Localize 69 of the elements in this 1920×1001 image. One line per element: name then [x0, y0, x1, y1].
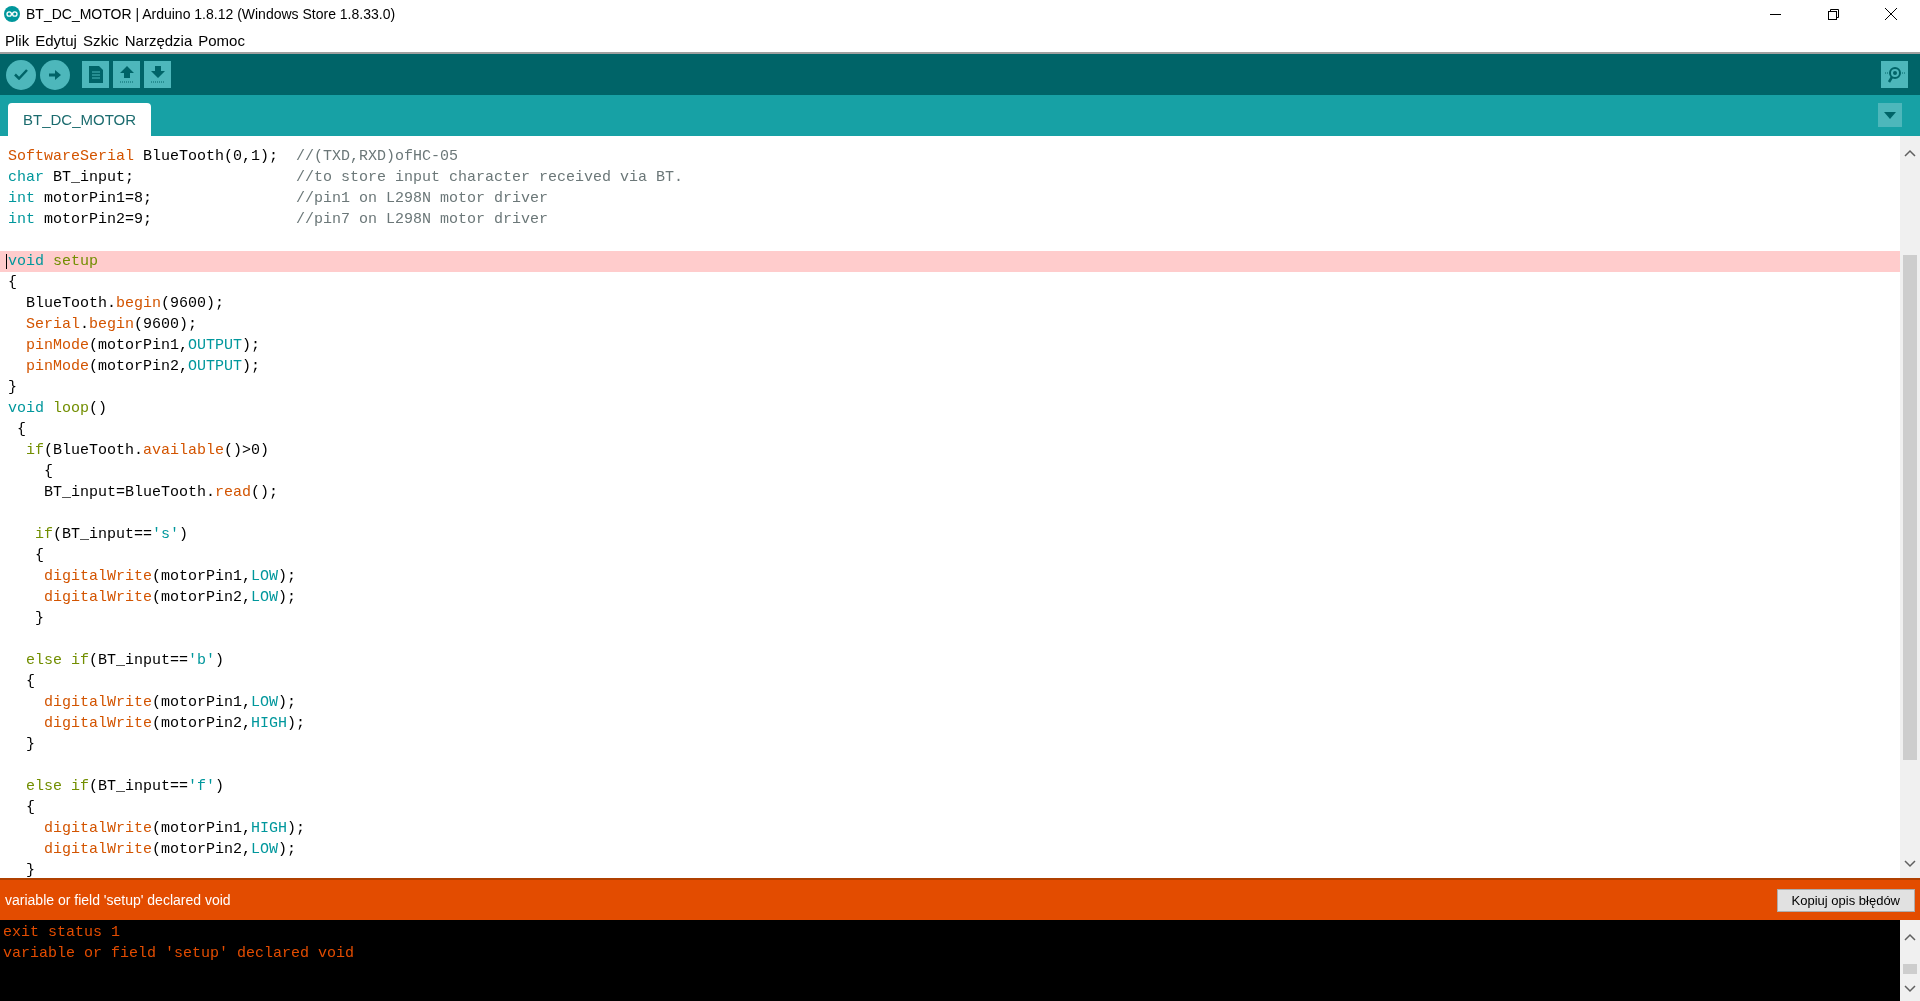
code-line: BlueTooth.begin(9600);	[25, 294, 225, 314]
code-line: {	[25, 672, 35, 692]
caret-icon	[1884, 111, 1896, 119]
code-line: pinMode(motorPin1,OUTPUT);	[25, 336, 261, 356]
close-icon	[1885, 8, 1897, 20]
serial-monitor-button[interactable]	[1881, 61, 1908, 88]
up-arrow-icon	[119, 66, 134, 83]
menu-item[interactable]: Edytuj	[33, 31, 81, 49]
code-line: int motorPin1=8; //pin1 on L298N motor driver	[8, 189, 549, 209]
scroll-thumb[interactable]	[1903, 254, 1917, 760]
copy-errors-button[interactable]: Kopiuj opis błędów	[1776, 888, 1915, 912]
code-line: void loop()	[8, 399, 108, 419]
document-icon	[88, 66, 103, 83]
scroll-down-icon[interactable]	[1904, 860, 1916, 868]
file-tab[interactable]: BT_DC_MOTOR	[8, 103, 152, 136]
code-line: BT_input=BlueTooth.read();	[43, 483, 279, 503]
text-cursor	[6, 254, 7, 269]
restore-icon	[1827, 8, 1839, 20]
console-line: variable or field 'setup' declared void	[3, 944, 356, 964]
check-button[interactable]	[6, 59, 36, 90]
menu-item[interactable]: Plik	[3, 31, 34, 49]
code-line: void setup	[8, 252, 99, 272]
scroll-up-icon[interactable]	[1904, 149, 1916, 157]
code-line: digitalWrite(motorPin1,HIGH);	[43, 819, 306, 839]
code-line: SoftwareSerial BlueTooth(0,1); //(TXD,RXD)ofHC-05	[8, 147, 459, 167]
scroll-thumb[interactable]	[1903, 964, 1917, 974]
code-line: {	[16, 420, 26, 440]
minimize-icon	[1769, 13, 1781, 15]
right-arrow-icon	[49, 68, 61, 81]
code-line: else if(BT_input=='f')	[25, 777, 225, 797]
code-line: pinMode(motorPin2,OUTPUT);	[25, 357, 261, 377]
check-icon	[14, 69, 28, 80]
code-line: digitalWrite(motorPin2,LOW);	[43, 588, 297, 608]
code-line: }	[8, 378, 17, 398]
code-line: digitalWrite(motorPin1,LOW);	[43, 693, 297, 713]
code-line: Serial.begin(9600);	[25, 315, 198, 335]
code-line: {	[8, 273, 17, 293]
code-line: {	[43, 462, 53, 482]
console-scrollbar[interactable]	[1900, 920, 1920, 1001]
console-line: exit status 1	[3, 923, 122, 943]
menu-item[interactable]: Pomoc	[196, 31, 249, 49]
window-title: BT_DC_MOTOR | Arduino 1.8.12 (Windows Store 1.8.33.0)	[26, 6, 396, 22]
code-line: {	[25, 798, 35, 818]
new-file-button[interactable]	[82, 61, 109, 88]
code-line: digitalWrite(motorPin2,LOW);	[43, 840, 297, 860]
code-line: if(BlueTooth.available()>0)	[25, 441, 270, 461]
menu-item[interactable]: Szkic	[80, 31, 123, 49]
code-line: char BT_input; //to store input character received via BT.	[8, 168, 684, 188]
down-arrow-icon	[150, 66, 165, 83]
code-line: }	[25, 861, 35, 878]
code-line: }	[25, 735, 35, 755]
arrow-button[interactable]	[40, 59, 70, 90]
tab-menu-button[interactable]	[1878, 103, 1902, 127]
scroll-up-icon[interactable]	[1904, 933, 1916, 941]
app-logo-icon	[4, 6, 20, 22]
save-button[interactable]	[144, 61, 171, 88]
code-line: else if(BT_input=='b')	[25, 651, 225, 671]
code-line: if(BT_input=='s')	[34, 525, 189, 545]
code-line: digitalWrite(motorPin2,HIGH);	[43, 714, 306, 734]
code-line: }	[34, 609, 44, 629]
open-button[interactable]	[113, 61, 140, 88]
error-message: variable or field 'setup' declared void	[5, 892, 231, 908]
menu-item[interactable]: Narzędzia	[122, 31, 197, 49]
code-line: int motorPin2=9; //pin7 on L298N motor driver	[8, 210, 549, 230]
scroll-down-icon[interactable]	[1904, 985, 1916, 993]
code-line: digitalWrite(motorPin1,LOW);	[43, 567, 297, 587]
scrollbar[interactable]	[1900, 136, 1920, 878]
magnifier-icon	[1884, 66, 1905, 83]
code-line: {	[34, 546, 44, 566]
